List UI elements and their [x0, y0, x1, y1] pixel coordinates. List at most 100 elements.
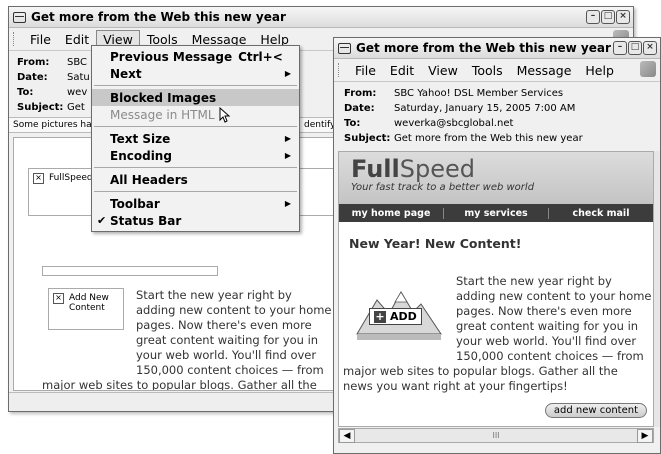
message-headers: From: SBC Yahoo! DSL Member Services Date… — [334, 82, 660, 148]
menu-item-label: Next — [110, 66, 142, 81]
subject-label: Subject: — [17, 102, 64, 113]
menu-item-label: Status Bar — [110, 213, 182, 228]
title-bar[interactable]: Get more from the Web this new year – □ … — [9, 7, 633, 28]
subject-label: Subject: — [344, 133, 391, 144]
body-line: pages. Now there's even more — [136, 318, 312, 332]
body-line: your web world. You'll find over — [456, 334, 637, 348]
toolbar-grip[interactable] — [338, 63, 342, 77]
menu-file[interactable]: File — [23, 30, 58, 49]
menu-file[interactable]: File — [348, 61, 383, 80]
close-button[interactable]: × — [643, 41, 657, 55]
maximize-button[interactable]: □ — [601, 10, 615, 24]
add-new-content-button[interactable]: add new content — [544, 403, 647, 418]
info-bar-text: Some pictures hav — [13, 120, 97, 130]
scroll-left-arrow-icon[interactable]: ◀ — [339, 428, 355, 443]
fullspeed-banner: FullSpeed Your fast track to a better we… — [339, 152, 653, 204]
vertical-scrollbar[interactable] — [654, 151, 660, 427]
body-line: news you want right at your fingertips! — [343, 379, 568, 393]
menu-item-label: All Headers — [110, 172, 188, 187]
add-badge[interactable]: + ADD — [369, 308, 422, 325]
blocked-image-add-new-content: × Add New Content — [48, 288, 124, 330]
body-line: pages. Now there's even more — [456, 304, 632, 318]
broken-image-icon: × — [33, 173, 44, 184]
subject-value: Get — [67, 102, 85, 113]
body-line: major web sites to popular blogs. Gather… — [42, 378, 317, 391]
message-window-front: Get more from the Web this new year – □ … — [333, 37, 661, 454]
shortcut-label: Ctrl+< — [238, 49, 283, 64]
blocked-image-placeholder — [42, 266, 218, 276]
view-menu: Previous Message Ctrl+< Next ▶ Blocked I… — [91, 45, 300, 232]
to-label: To: — [344, 118, 361, 129]
body-line: adding new content to your home — [136, 303, 332, 317]
menu-item-status-bar[interactable]: ✔ Status Bar — [92, 212, 299, 229]
date-label: Date: — [17, 72, 48, 83]
body-line: 150,000 content choices — from — [456, 349, 644, 363]
fullspeed-logo: FullSpeed — [351, 156, 641, 182]
from-label: From: — [17, 57, 50, 68]
add-label: ADD — [390, 310, 417, 323]
scroll-thumb-grip[interactable]: III — [492, 431, 499, 440]
windows-logo-icon — [640, 61, 656, 77]
nav-my-home-page[interactable]: my home page — [339, 207, 444, 219]
menu-item-blocked-images[interactable]: Blocked Images — [92, 89, 299, 106]
menu-item-label: Toolbar — [110, 196, 160, 211]
menu-message[interactable]: Message — [510, 61, 579, 80]
menu-item-previous-message[interactable]: Previous Message Ctrl+< — [92, 48, 299, 65]
body-line: great content waiting for you in — [136, 333, 319, 347]
message-body: FullSpeed Your fast track to a better we… — [338, 151, 654, 427]
body-line: great content waiting for you in — [456, 319, 639, 333]
add-content-illustration: + ADD — [351, 278, 447, 346]
body-line: major web sites to popular blogs. Gather… — [343, 364, 618, 378]
body-line: adding new content to your home — [456, 289, 652, 303]
close-button[interactable]: × — [616, 10, 630, 24]
image-alt-text: FullSpeed — [49, 173, 93, 183]
submenu-arrow-icon: ▶ — [284, 199, 291, 208]
broken-image-icon: × — [53, 293, 64, 304]
submenu-arrow-icon: ▶ — [284, 151, 291, 160]
menu-item-label: Message in HTML — [110, 107, 215, 122]
plus-icon: + — [374, 309, 386, 323]
menu-view[interactable]: View — [421, 61, 465, 80]
menu-item-next[interactable]: Next ▶ — [92, 65, 299, 82]
from-value: SBC Yahoo! DSL Member Services — [394, 88, 564, 99]
menu-separator — [94, 85, 297, 86]
title-bar[interactable]: Get more from the Web this new year – □ … — [334, 38, 660, 59]
maximize-button[interactable]: □ — [628, 41, 642, 55]
toolbar-grip[interactable] — [13, 32, 17, 46]
menu-bar: File Edit View Tools Message Help — [334, 59, 660, 82]
menu-edit[interactable]: Edit — [383, 61, 421, 80]
menu-separator — [94, 191, 297, 192]
menu-tools[interactable]: Tools — [465, 61, 510, 80]
window-title: Get more from the Web this new year — [31, 10, 286, 24]
tagline: Your fast track to a better web world — [351, 182, 535, 193]
date-value: Satu — [67, 72, 90, 83]
subject-value: Get more from the Web this new year — [394, 133, 583, 144]
nav-check-mail[interactable]: check mail — [549, 208, 653, 219]
mouse-cursor-icon — [219, 106, 230, 123]
date-label: Date: — [344, 103, 375, 114]
scroll-right-arrow-icon[interactable]: ▶ — [636, 428, 653, 443]
envelope-icon — [338, 42, 351, 54]
to-value: wev — [67, 87, 88, 98]
horizontal-scrollbar[interactable]: ◀ III ▶ — [338, 428, 654, 443]
menu-separator — [94, 167, 297, 168]
menu-separator — [94, 126, 297, 127]
date-value: Saturday, January 15, 2005 7:00 AM — [394, 103, 576, 114]
menu-item-encoding[interactable]: Encoding ▶ — [92, 147, 299, 164]
menu-item-text-size[interactable]: Text Size ▶ — [92, 130, 299, 147]
body-line: 150,000 content choices — from — [136, 363, 324, 377]
body-line: Start the new year right by — [136, 288, 292, 302]
submenu-arrow-icon: ▶ — [284, 69, 291, 78]
menu-help[interactable]: Help — [578, 61, 621, 80]
logo-text-light: Speed — [399, 155, 475, 183]
body-paragraph: Start the new year right by adding new c… — [456, 274, 652, 364]
menu-item-toolbar[interactable]: Toolbar ▶ — [92, 195, 299, 212]
minimize-button[interactable]: – — [586, 10, 600, 24]
minimize-button[interactable]: – — [613, 41, 627, 55]
to-label: To: — [17, 87, 34, 98]
body-paragraph: Start the new year right by adding new c… — [136, 288, 332, 378]
nav-my-services[interactable]: my services — [444, 207, 549, 219]
menu-item-all-headers[interactable]: All Headers — [92, 171, 299, 188]
submenu-arrow-icon: ▶ — [284, 134, 291, 143]
body-paragraph-tail: major web sites to popular blogs. Gather… — [343, 364, 618, 394]
